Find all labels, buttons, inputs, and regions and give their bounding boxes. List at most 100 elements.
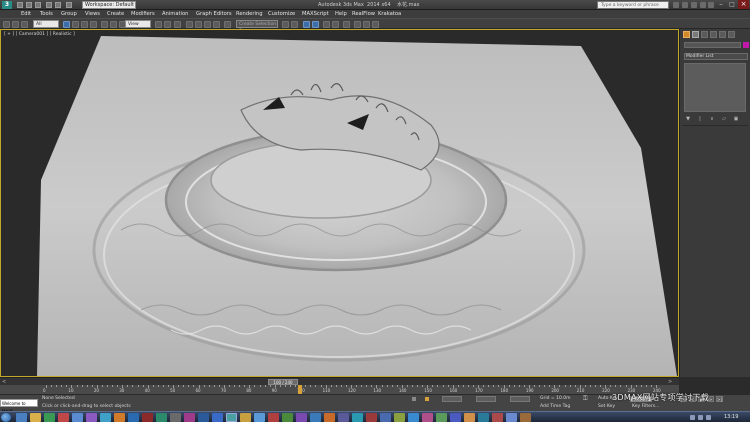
- menu-maxscript[interactable]: MAXScript: [302, 10, 329, 18]
- taskbar-app-icon[interactable]: [464, 413, 475, 422]
- save-file-icon[interactable]: [35, 2, 41, 8]
- taskbar-app-icon[interactable]: [394, 413, 405, 422]
- object-name-field[interactable]: [684, 42, 741, 48]
- maxscript-listener-field[interactable]: Welcome to MAXS: [0, 399, 38, 414]
- menu-krakatoa[interactable]: Krakatoa: [378, 10, 401, 18]
- taskbar-app-icon[interactable]: [86, 413, 97, 422]
- select-by-name-icon[interactable]: [72, 21, 79, 28]
- taskbar-app-icon[interactable]: [240, 413, 251, 422]
- x-coord-field[interactable]: [442, 396, 462, 402]
- modifier-list-dropdown[interactable]: Modifier List: [684, 53, 748, 60]
- percent-snap-icon[interactable]: [204, 21, 211, 28]
- create-tab-icon[interactable]: [683, 31, 690, 38]
- align-icon[interactable]: [291, 21, 298, 28]
- tray-flag-icon[interactable]: [706, 415, 711, 420]
- hierarchy-tab-icon[interactable]: [701, 31, 708, 38]
- set-key-button[interactable]: Set Key: [598, 403, 615, 411]
- open-file-icon[interactable]: [26, 2, 32, 8]
- track-bar[interactable]: 0102030405060708090100110120130140150160…: [0, 385, 679, 394]
- taskbar-app-icon[interactable]: [184, 413, 195, 422]
- unlink-icon[interactable]: [21, 21, 28, 28]
- add-time-tag[interactable]: Add Time Tag: [540, 403, 570, 411]
- menu-rendering[interactable]: Rendering: [236, 10, 263, 18]
- rendered-frame-window-icon[interactable]: [363, 21, 370, 28]
- close-button[interactable]: ×: [738, 0, 749, 9]
- help-icon[interactable]: [708, 2, 714, 8]
- menu-group[interactable]: Group: [61, 10, 77, 18]
- taskbar-app-icon[interactable]: [100, 413, 111, 422]
- remove-modifier-icon[interactable]: ▱: [721, 117, 727, 122]
- taskbar-app-icon[interactable]: [380, 413, 391, 422]
- taskbar-app-icon[interactable]: [170, 413, 181, 422]
- absolute-mode-icon[interactable]: [425, 397, 429, 401]
- communication-center-icon[interactable]: [691, 2, 697, 8]
- taskbar-app-icon[interactable]: [506, 413, 517, 422]
- mirror-icon[interactable]: [282, 21, 289, 28]
- taskbar-app-icon[interactable]: [142, 413, 153, 422]
- menu-customize[interactable]: Customize: [268, 10, 295, 18]
- taskbar-app-icon[interactable]: [212, 413, 223, 422]
- taskbar-app-icon[interactable]: [296, 413, 307, 422]
- taskbar-app-icon[interactable]: [352, 413, 363, 422]
- key-icon[interactable]: ⚿: [583, 396, 593, 402]
- modifier-stack-view[interactable]: [684, 63, 746, 112]
- select-move-icon[interactable]: [101, 21, 108, 28]
- layer-manager-icon[interactable]: [303, 21, 310, 28]
- link-icon[interactable]: [12, 21, 19, 28]
- redo-icon[interactable]: [55, 2, 61, 8]
- subscription-icon[interactable]: [682, 2, 688, 8]
- taskbar-app-icon[interactable]: [478, 413, 489, 422]
- selection-filter-dropdown[interactable]: All: [33, 20, 59, 28]
- taskbar-app-icon[interactable]: [422, 413, 433, 422]
- motion-tab-icon[interactable]: [710, 31, 717, 38]
- workspace-dropdown[interactable]: Workspace: Default: [82, 1, 136, 9]
- taskbar-clock[interactable]: 13:19: [724, 412, 738, 422]
- menu-realflow[interactable]: RealFlow: [352, 10, 375, 18]
- menu-animation[interactable]: Animation: [162, 10, 188, 18]
- favorites-icon[interactable]: [700, 2, 706, 8]
- taskbar-app-icon[interactable]: [492, 413, 503, 422]
- named-selection-set-dropdown[interactable]: Create Selection Se: [236, 20, 278, 34]
- lock-selection-icon[interactable]: [412, 397, 416, 401]
- undo-tool-icon[interactable]: [3, 21, 10, 28]
- go-to-end-icon[interactable]: >|: [716, 396, 723, 402]
- y-coord-field[interactable]: [476, 396, 496, 402]
- select-rotate-icon[interactable]: [110, 21, 117, 28]
- taskbar-app-icon[interactable]: [450, 413, 461, 422]
- taskbar-app-icon[interactable]: [282, 413, 293, 422]
- taskbar-app-icon[interactable]: [436, 413, 447, 422]
- select-object-icon[interactable]: [63, 21, 70, 28]
- render-production-icon[interactable]: [372, 21, 379, 28]
- edit-named-selection-icon[interactable]: [224, 21, 231, 28]
- taskbar-app-icon[interactable]: [58, 413, 69, 422]
- app-logo-icon[interactable]: 3: [2, 1, 12, 9]
- taskbar-app-icon[interactable]: [408, 413, 419, 422]
- taskbar-photoshop-icon[interactable]: [128, 413, 139, 422]
- select-manipulate-icon[interactable]: [164, 21, 171, 28]
- snaps-toggle-icon[interactable]: [186, 21, 193, 28]
- material-editor-icon[interactable]: [343, 21, 350, 28]
- menu-views[interactable]: Views: [85, 10, 100, 18]
- pin-stack-icon[interactable]: ▼: [685, 117, 691, 122]
- taskbar-app-icon[interactable]: [338, 413, 349, 422]
- time-slider[interactable]: < 100 / 240 >: [0, 377, 679, 385]
- taskbar-app-icon[interactable]: [268, 413, 279, 422]
- show-end-result-icon[interactable]: |: [697, 117, 703, 122]
- taskbar-app-icon[interactable]: [156, 413, 167, 422]
- menu-modifiers[interactable]: Modifiers: [131, 10, 155, 18]
- maximize-button[interactable]: □: [727, 0, 737, 9]
- search-input[interactable]: Type a keyword or phrase: [597, 1, 669, 9]
- taskbar-explorer-icon[interactable]: [30, 413, 41, 422]
- configure-modifier-sets-icon[interactable]: ▣: [733, 117, 739, 122]
- display-tab-icon[interactable]: [719, 31, 726, 38]
- binoculars-icon[interactable]: [673, 2, 679, 8]
- graphite-toggle-icon[interactable]: [312, 21, 319, 28]
- menu-help[interactable]: Help: [335, 10, 347, 18]
- tray-volume-icon[interactable]: [698, 415, 703, 420]
- modify-tab-icon[interactable]: [692, 31, 699, 38]
- menu-graph-editors[interactable]: Graph Editors: [196, 10, 232, 18]
- taskbar-app-icon[interactable]: [72, 413, 83, 422]
- pivot-center-icon[interactable]: [155, 21, 162, 28]
- angle-snap-icon[interactable]: [195, 21, 202, 28]
- project-folder-icon[interactable]: [66, 2, 72, 8]
